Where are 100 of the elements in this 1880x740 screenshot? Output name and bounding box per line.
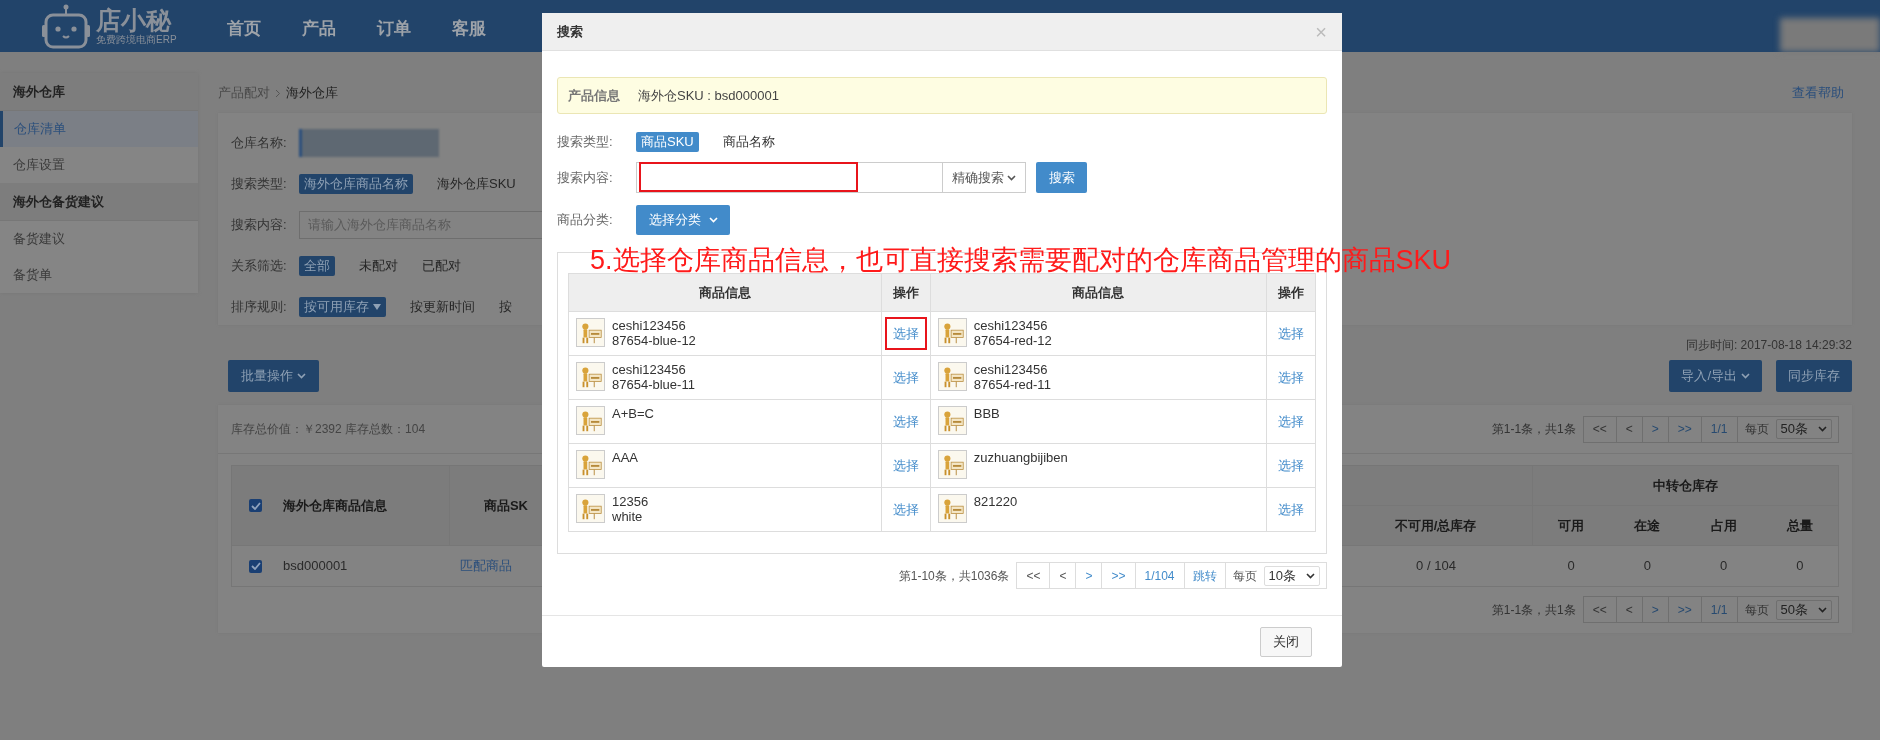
category-button[interactable]: 选择分类 bbox=[636, 205, 730, 235]
filter-option[interactable]: 未配对 bbox=[359, 255, 398, 276]
nav-link[interactable]: 订单 bbox=[376, 15, 411, 42]
sidebar-item[interactable]: 备货建议 bbox=[0, 221, 198, 257]
product-name: BBB bbox=[973, 406, 1000, 421]
product-name: ceshi123456 bbox=[973, 318, 1049, 333]
search-field[interactable] bbox=[636, 162, 943, 193]
filter-option[interactable]: 按更新时间 bbox=[410, 296, 475, 317]
page-button[interactable]: >> bbox=[1102, 563, 1136, 588]
field-label: 搜索内容: bbox=[557, 168, 614, 187]
checkbox[interactable] bbox=[249, 559, 262, 573]
product-name: 821220 bbox=[973, 494, 1018, 509]
search-mode-select[interactable]: 精确搜索 bbox=[943, 162, 1026, 193]
filter-label: 搜索类型: bbox=[231, 174, 288, 193]
search-button[interactable]: 搜索 bbox=[1036, 162, 1087, 193]
page-button[interactable]: < bbox=[1616, 416, 1643, 442]
filter-option[interactable]: 海外仓库SKU bbox=[437, 173, 516, 194]
product-variant: 87654-blue-11 bbox=[612, 377, 695, 392]
select-link[interactable]: 选择 bbox=[884, 316, 927, 351]
sidebar-item[interactable]: 仓库设置 bbox=[0, 147, 198, 183]
pagination-summary: 第1-1条，共1条 bbox=[1491, 421, 1576, 438]
page-button[interactable]: << bbox=[1583, 416, 1617, 442]
filter-label: 关系筛选: bbox=[231, 256, 288, 275]
action-button[interactable]: 导入/导出 bbox=[1669, 360, 1762, 392]
nav-link[interactable]: 产品 bbox=[301, 15, 336, 42]
page-button[interactable]: >> bbox=[1668, 416, 1702, 442]
jump-button[interactable]: 跳转 bbox=[1184, 563, 1226, 588]
per-page-select[interactable]: 50条 bbox=[1775, 599, 1832, 620]
table-cell-text: 0 bbox=[1719, 557, 1729, 576]
page-indicator: 1/1 bbox=[1701, 597, 1738, 622]
column-header: 在途 bbox=[1633, 516, 1662, 535]
sidebar-section-title: 海外仓库 bbox=[0, 73, 198, 111]
chevron-down-icon bbox=[1306, 572, 1315, 579]
page-button[interactable]: < bbox=[1616, 597, 1643, 622]
column-header: 海外仓库商品信息 bbox=[279, 466, 450, 545]
column-header: 商品信息 bbox=[930, 273, 1267, 312]
field-label: 商品分类: bbox=[557, 211, 614, 230]
column-header: 操作 bbox=[881, 273, 931, 312]
column-header: 商品SK bbox=[482, 496, 528, 515]
filter-option[interactable]: 按可用库存 bbox=[299, 296, 386, 317]
brand-tagline: 免费跨境电商ERP bbox=[96, 34, 177, 45]
product-variant: white bbox=[612, 509, 644, 524]
search-type-option[interactable]: 商品名称 bbox=[722, 132, 775, 152]
chevron-down-icon bbox=[708, 217, 718, 223]
per-page-label: 每页 bbox=[1743, 421, 1770, 438]
inventory-summary: 库存总价值：￥2392 库存总数：104 bbox=[231, 421, 426, 438]
page-button[interactable]: >> bbox=[1668, 597, 1702, 622]
nav-link[interactable]: 首页 bbox=[226, 15, 261, 42]
filter-option[interactable]: 按 bbox=[499, 296, 512, 317]
product-name: zuzhuangbijiben bbox=[973, 450, 1068, 465]
checkbox[interactable] bbox=[249, 499, 262, 512]
bulk-actions-button[interactable]: 批量操作 bbox=[228, 360, 319, 392]
field-label: 搜索类型: bbox=[557, 133, 614, 152]
info-value: 海外仓SKU : bsd000001 bbox=[638, 86, 779, 105]
annotation-text: 5.选择仓库商品信息，也可直接搜索需要配对的仓库商品管理的商品SKU bbox=[590, 244, 1452, 276]
filter-label: 仓库名称: bbox=[231, 133, 288, 152]
page-button[interactable]: > bbox=[1642, 416, 1669, 442]
breadcrumb-item: 海外仓库 bbox=[286, 84, 338, 103]
table-cell-text: 0 bbox=[1795, 557, 1805, 576]
page-button[interactable]: << bbox=[1017, 563, 1051, 588]
per-page-label: 每页 bbox=[1231, 567, 1258, 585]
filter-label: 排序规则: bbox=[231, 297, 288, 316]
column-header: 不可用/总库存 bbox=[1393, 516, 1478, 535]
table-cell-text: bsd000001 bbox=[282, 557, 349, 576]
nav-link[interactable]: 客服 bbox=[451, 15, 486, 42]
action-button[interactable]: 同步库存 bbox=[1776, 360, 1852, 392]
column-header: 总量 bbox=[1785, 516, 1814, 535]
page-indicator: 1/1 bbox=[1701, 416, 1738, 442]
page-button[interactable]: > bbox=[1642, 597, 1669, 622]
page-button[interactable]: > bbox=[1076, 563, 1103, 588]
table-cell-text: 0 / 104 bbox=[1415, 557, 1457, 576]
sidebar-item[interactable]: 仓库清单 bbox=[0, 111, 198, 147]
page-button[interactable]: < bbox=[1050, 563, 1077, 588]
per-page-select[interactable]: 10条 bbox=[1263, 565, 1320, 586]
chevron-down-icon bbox=[1007, 174, 1016, 181]
table-cell-text: 0 bbox=[1642, 557, 1652, 576]
close-dialog-button[interactable]: 关闭 bbox=[1260, 626, 1312, 657]
filter-option[interactable]: 全部 bbox=[299, 255, 335, 276]
column-header: 商品信息 bbox=[568, 273, 882, 312]
product-name: ceshi123456 bbox=[973, 362, 1049, 377]
search-type-option[interactable]: 商品SKU bbox=[636, 132, 699, 152]
page-indicator: 1/104 bbox=[1135, 563, 1185, 588]
page-button[interactable]: << bbox=[1583, 597, 1617, 622]
column-header: 可用 bbox=[1557, 516, 1586, 535]
dialog-title: 搜索 bbox=[557, 22, 583, 41]
table-cell-text: 0 bbox=[1566, 557, 1576, 576]
per-page-select[interactable]: 50条 bbox=[1775, 419, 1832, 439]
filter-label: 搜索内容: bbox=[231, 215, 288, 234]
product-variant: 87654-blue-12 bbox=[612, 333, 696, 348]
chevron-down-icon bbox=[1818, 606, 1827, 613]
pagination-summary: 第1-10条，共1036条 bbox=[898, 567, 1010, 585]
per-page-label: 每页 bbox=[1743, 601, 1770, 619]
sidebar-item[interactable]: 备货单 bbox=[0, 257, 198, 293]
product-name: 12356 bbox=[612, 494, 649, 509]
product-name: ceshi123456 bbox=[612, 318, 687, 333]
filter-option[interactable]: 海外仓库商品名称 bbox=[299, 173, 413, 194]
match-product-link[interactable]: 匹配商品 bbox=[450, 556, 546, 576]
help-link[interactable]: 查看帮助 bbox=[1792, 83, 1844, 103]
filter-option[interactable]: 已配对 bbox=[422, 255, 461, 276]
chevron-right-icon bbox=[275, 88, 281, 98]
